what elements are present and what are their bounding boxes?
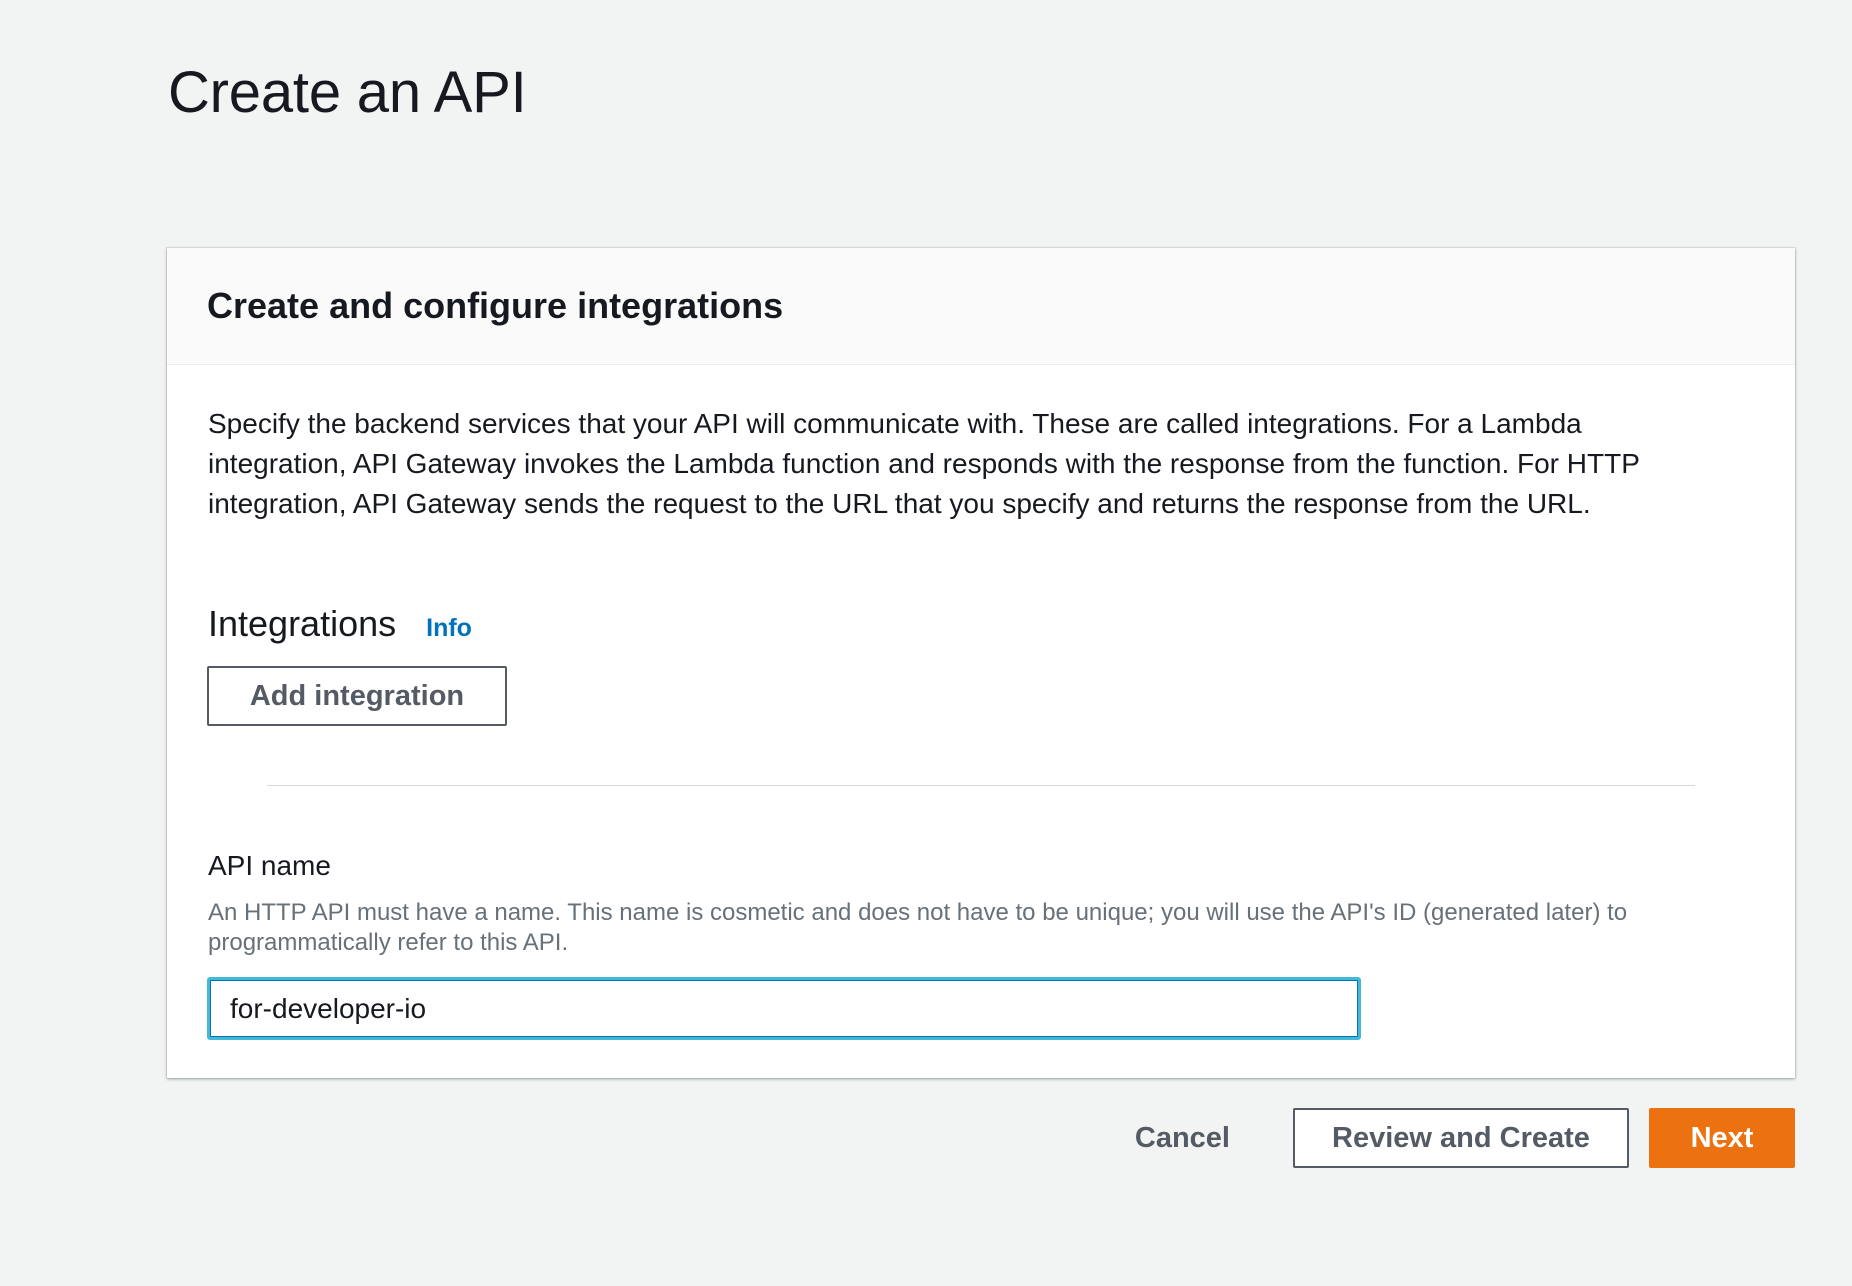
section-divider xyxy=(267,785,1695,786)
add-integration-button[interactable]: Add integration xyxy=(207,666,507,726)
page-title: Create an API xyxy=(168,60,527,125)
info-link[interactable]: Info xyxy=(426,614,472,643)
integrations-heading: Integrations Info xyxy=(208,603,472,645)
panel-header: Create and configure integrations xyxy=(167,248,1795,365)
api-name-input[interactable] xyxy=(207,977,1361,1040)
integrations-title: Integrations xyxy=(208,603,397,644)
panel-title: Create and configure integrations xyxy=(207,285,784,326)
panel-description: Specify the backend services that your A… xyxy=(208,408,1640,519)
api-name-description: An HTTP API must have a name. This name … xyxy=(208,899,1628,956)
integrations-panel: Create and configure integrations Specif… xyxy=(167,248,1795,1078)
footer-actions: Cancel Review and Create Next xyxy=(1105,1108,1795,1168)
review-and-create-button[interactable]: Review and Create xyxy=(1293,1108,1629,1168)
next-button[interactable]: Next xyxy=(1649,1108,1795,1168)
cancel-button[interactable]: Cancel xyxy=(1105,1108,1260,1168)
api-name-label: API name xyxy=(208,850,331,881)
